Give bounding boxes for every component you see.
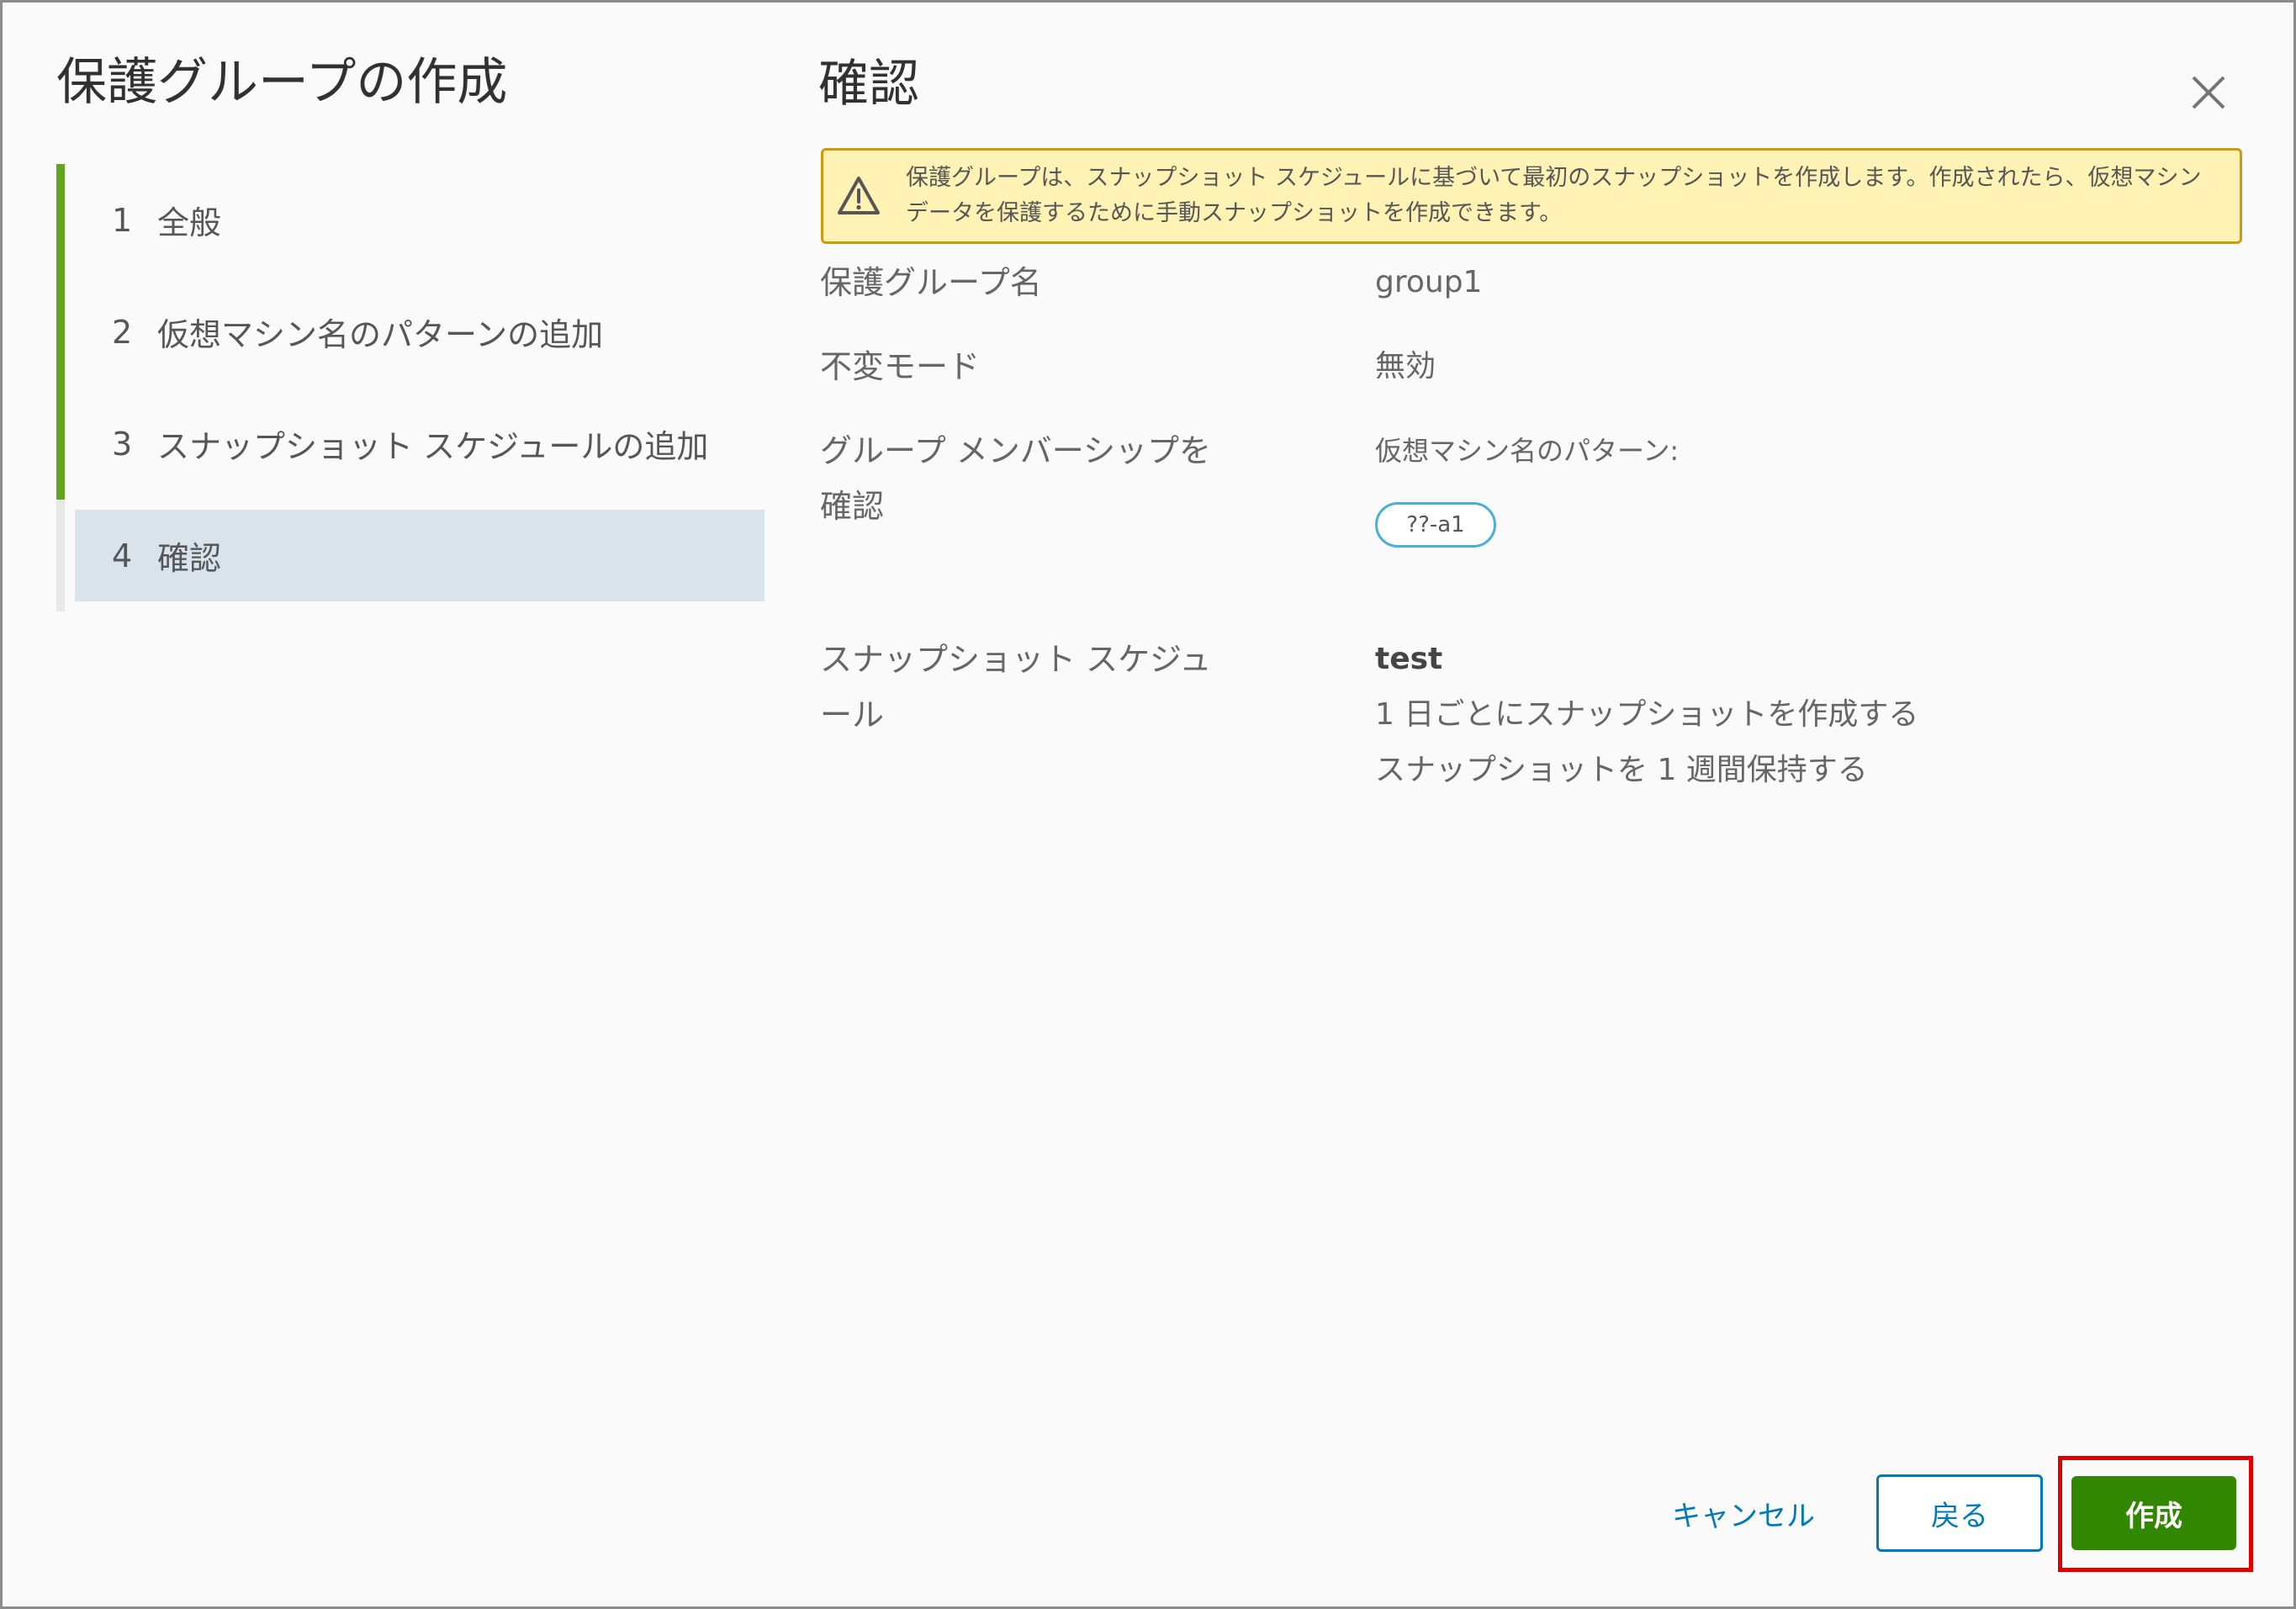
page-title: 確認 [818, 55, 919, 114]
group-membership-label: グループ メンバーシップを確認 [820, 432, 1212, 525]
vm-name-pattern-caption: 仮想マシン名のパターン: [1375, 435, 1680, 467]
immutable-mode-value: 無効 [1375, 349, 1436, 384]
step-progress-bar [56, 164, 65, 276]
step-number: 1 [112, 201, 133, 239]
step-number: 3 [112, 425, 133, 463]
back-button[interactable]: 戻る [1876, 1474, 2043, 1552]
step-label: 仮想マシン名のパターンの追加 [157, 316, 604, 353]
wizard-title: 保護グループの作成 [56, 53, 508, 112]
wizard-steps: 1 全般 2 仮想マシン名のパターンの追加 3 スナップショット スケジュールの… [56, 164, 764, 611]
snapshot-schedule-label: スナップショット スケジュール [820, 641, 1212, 733]
create-protection-group-dialog: 保護グループの作成 1 全般 2 仮想マシン名のパターンの追加 3 スナップショ… [0, 0, 2296, 1609]
group-name-label: 保護グループ名 [820, 264, 1042, 301]
close-icon[interactable] [2189, 73, 2228, 112]
step-label: 全般 [157, 204, 222, 241]
step-progress-bar [56, 276, 65, 388]
step-number: 2 [112, 313, 133, 351]
alert-message: 保護グループは、スナップショット スケジュールに基づいて最初のスナップショットを… [906, 165, 2202, 226]
step-progress-bar [56, 500, 65, 611]
step-number: 4 [112, 537, 133, 574]
wizard-step-general[interactable]: 1 全般 [56, 164, 764, 276]
group-name-value: group1 [1375, 265, 1483, 299]
schedule-name: test [1375, 642, 1443, 676]
vm-name-pattern-tag: ??-a1 [1375, 502, 1496, 548]
schedule-frequency: 1 日ごとにスナップショットを作成する [1375, 697, 1919, 732]
step-label: 確認 [157, 540, 222, 577]
cancel-button[interactable]: キャンセル [1651, 1474, 1836, 1552]
step-label: スナップショット スケジュールの追加 [157, 428, 709, 465]
wizard-step-add-vm-name-patterns[interactable]: 2 仮想マシン名のパターンの追加 [56, 276, 764, 388]
immutable-mode-label: 不変モード [820, 348, 981, 385]
warning-triangle-icon [838, 177, 880, 214]
wizard-step-add-snapshot-schedule[interactable]: 3 スナップショット スケジュールの追加 [56, 388, 764, 500]
step-progress-bar [56, 388, 65, 500]
schedule-retention: スナップショットを 1 週間保持する [1375, 753, 1868, 787]
info-alert: 保護グループは、スナップショット スケジュールに基づいて最初のスナップショットを… [821, 148, 2242, 244]
wizard-step-review[interactable]: 4 確認 [56, 500, 764, 611]
callout-frame [2058, 1456, 2253, 1572]
